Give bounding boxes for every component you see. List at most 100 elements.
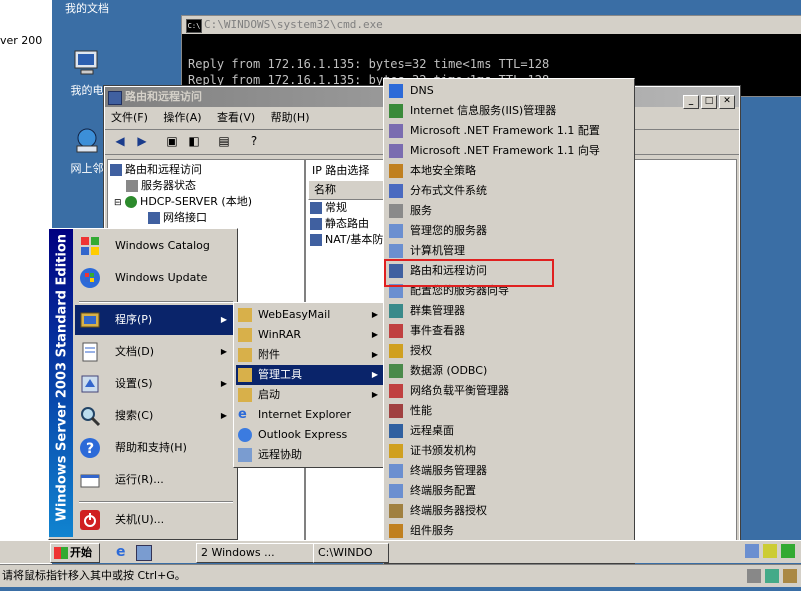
- menu-file[interactable]: 文件(F): [105, 107, 154, 129]
- collapse-icon[interactable]: ⊟: [114, 198, 122, 208]
- start-item-documents[interactable]: 文档(D) ▶: [75, 337, 235, 367]
- admin-tool-item[interactable]: 证书颁发机构: [386, 441, 630, 461]
- computer-icon: [71, 48, 103, 80]
- menu-help[interactable]: 帮助(H): [265, 107, 316, 129]
- tree-item-network-interfaces[interactable]: 网络接口: [148, 210, 207, 226]
- admin-tool-item[interactable]: 组件服务: [386, 521, 630, 541]
- admin-tool-item[interactable]: 事件查看器: [386, 321, 630, 341]
- list-item[interactable]: NAT/基本防: [310, 232, 383, 248]
- start-item-search[interactable]: 搜索(C) ▶: [75, 401, 235, 431]
- program-group-icon: [238, 388, 252, 402]
- close-button[interactable]: ✕: [719, 95, 735, 109]
- help-icon[interactable]: ?: [245, 133, 263, 149]
- admin-tool-item[interactable]: Internet 信息服务(IIS)管理器: [386, 101, 630, 121]
- submenu-arrow-icon: ▶: [371, 310, 378, 319]
- program-group-icon: [238, 348, 252, 362]
- tray-network-icon[interactable]: [745, 544, 759, 558]
- back-arrow-icon[interactable]: ◀: [111, 133, 129, 149]
- admin-tool-item[interactable]: Microsoft .NET Framework 1.1 向导: [386, 141, 630, 161]
- maximize-button[interactable]: □: [701, 95, 717, 109]
- admin-tool-item[interactable]: 性能: [386, 401, 630, 421]
- tree-item-root[interactable]: 路由和远程访问: [110, 162, 202, 178]
- start-item-help[interactable]: ? 帮助和支持(H): [75, 433, 235, 463]
- desktop-icon-my-documents[interactable]: 我的文档: [52, 0, 122, 16]
- up-folder-icon[interactable]: ▣: [163, 133, 181, 149]
- ie-quicklaunch-icon[interactable]: e: [116, 544, 126, 560]
- cmd-titlebar[interactable]: C:\ C:\WINDOWS\system32\cmd.exe: [182, 16, 801, 34]
- admin-tool-icon: [389, 484, 403, 498]
- tray-volume-icon[interactable]: [763, 544, 777, 558]
- admin-tool-item[interactable]: 终端服务配置: [386, 481, 630, 501]
- start-item-shutdown[interactable]: 关机(U)...: [75, 505, 235, 535]
- forward-arrow-icon[interactable]: ▶: [133, 133, 151, 149]
- outlook-express-icon: [238, 428, 252, 442]
- admin-tool-item[interactable]: 网络负载平衡管理器: [386, 381, 630, 401]
- show-tree-icon[interactable]: ◧: [185, 133, 203, 149]
- windows-catalog-icon: [79, 235, 101, 257]
- admin-tool-icon: [389, 524, 403, 538]
- tree-item-server[interactable]: ⊟ HDCP-SERVER (本地): [114, 194, 252, 210]
- taskbar-button-windows-explorer[interactable]: 2 Windows ...: [196, 543, 314, 563]
- column-header-name[interactable]: 名称: [308, 180, 395, 200]
- menu-item-startup[interactable]: 启动 ▶: [236, 385, 384, 405]
- menu-item-winrar[interactable]: WinRAR ▶: [236, 325, 384, 345]
- show-desktop-icon[interactable]: [136, 545, 152, 561]
- admin-tool-icon: [389, 304, 403, 318]
- admin-tool-item[interactable]: 群集管理器: [386, 301, 630, 321]
- rras-title: 路由和远程访问: [125, 90, 202, 103]
- network-interface-icon: [148, 212, 160, 224]
- start-button[interactable]: 开始: [50, 543, 100, 563]
- admin-tool-item[interactable]: 计算机管理: [386, 241, 630, 261]
- list-item[interactable]: 常规: [310, 200, 347, 216]
- admin-tool-icon: [389, 144, 403, 158]
- svg-text:?: ?: [86, 441, 94, 457]
- start-item-settings[interactable]: 设置(S) ▶: [75, 369, 235, 399]
- rras-app-icon: [108, 91, 122, 105]
- detail-title: IP 路由选择: [312, 164, 370, 177]
- menu-view[interactable]: 查看(V): [211, 107, 261, 129]
- admin-tool-item[interactable]: 服务: [386, 201, 630, 221]
- admin-tool-icon: [389, 424, 403, 438]
- list-item[interactable]: 静态路由: [310, 216, 369, 232]
- minimize-button[interactable]: _: [683, 95, 699, 109]
- desktop-icon-label: 我的文档: [65, 2, 109, 15]
- admin-tool-item[interactable]: 终端服务管理器: [386, 461, 630, 481]
- menu-item-accessories[interactable]: 附件 ▶: [236, 345, 384, 365]
- start-menu-separator: [79, 301, 233, 303]
- tray-security-icon[interactable]: [781, 544, 795, 558]
- start-item-windows-catalog[interactable]: Windows Catalog: [75, 231, 235, 261]
- admin-tool-item[interactable]: 管理您的服务器: [386, 221, 630, 241]
- admin-tool-item[interactable]: 终端服务器授权: [386, 501, 630, 521]
- menu-item-remote-assistance[interactable]: 远程协助: [236, 445, 384, 465]
- taskbar-button-cmd[interactable]: C:\WINDO: [313, 543, 389, 563]
- admin-tool-item[interactable]: 远程桌面: [386, 421, 630, 441]
- run-icon: [79, 469, 101, 491]
- admin-tool-icon: [389, 364, 403, 378]
- submenu-arrow-icon: ▶: [371, 390, 378, 399]
- menu-item-webeasymail[interactable]: WebEasyMail ▶: [236, 305, 384, 325]
- start-item-windows-update[interactable]: Windows Update: [75, 263, 235, 293]
- admin-tool-item[interactable]: 本地安全策略: [386, 161, 630, 181]
- admin-tool-item[interactable]: Microsoft .NET Framework 1.1 配置: [386, 121, 630, 141]
- admin-tool-icon: [389, 204, 403, 218]
- menu-item-outlook-express[interactable]: Outlook Express: [236, 425, 384, 445]
- help-icon: ?: [79, 437, 101, 459]
- admin-tool-item[interactable]: DNS: [386, 81, 630, 101]
- cmd-title: C:\WINDOWS\system32\cmd.exe: [204, 18, 383, 31]
- menu-action[interactable]: 操作(A): [157, 107, 207, 129]
- start-item-programs[interactable]: 程序(P) ▶: [75, 305, 235, 335]
- submenu-arrow-icon: ▶: [371, 350, 378, 359]
- admin-tool-icon: [389, 184, 403, 198]
- admin-tool-item[interactable]: 数据源 (ODBC): [386, 361, 630, 381]
- admin-tool-icon: [389, 444, 403, 458]
- menu-item-admin-tools[interactable]: 管理工具 ▶: [236, 365, 384, 385]
- server-running-icon: [125, 196, 138, 208]
- start-menu-banner: Windows Server 2003 Standard Edition: [49, 229, 73, 537]
- tree-item-server-status[interactable]: 服务器状态: [126, 178, 196, 194]
- admin-tool-item[interactable]: 授权: [386, 341, 630, 361]
- programs-submenu: WebEasyMail ▶ WinRAR ▶ 附件 ▶ 管理工具 ▶ 启动 ▶ e Inte…: [233, 302, 387, 468]
- export-list-icon[interactable]: ▤: [215, 133, 233, 149]
- menu-item-internet-explorer[interactable]: e Internet Explorer: [236, 405, 384, 425]
- start-item-run[interactable]: 运行(R)...: [75, 465, 235, 495]
- admin-tool-item[interactable]: 分布式文件系统: [386, 181, 630, 201]
